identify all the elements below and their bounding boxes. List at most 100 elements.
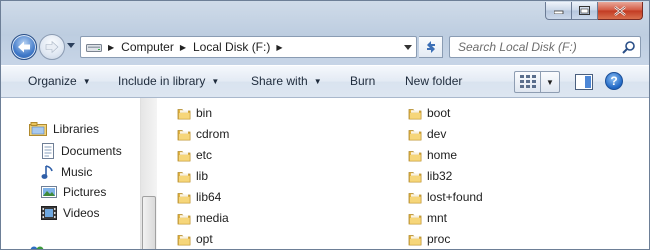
address-bar[interactable]: ▶ Computer ▶ Local Disk (F:) ▶ xyxy=(80,36,417,58)
folder-name: opt xyxy=(196,232,213,246)
nav-item-partial[interactable] xyxy=(29,244,51,249)
videos-icon xyxy=(41,206,57,220)
nav-item-label: Pictures xyxy=(63,185,107,199)
close-icon xyxy=(614,5,626,16)
folder-item[interactable]: proc xyxy=(408,232,450,246)
folder-item[interactable]: dev xyxy=(408,127,446,141)
folder-name: cdrom xyxy=(196,127,230,141)
file-list: bin cdrom etc lib lib64 media opt boot dev home l… xyxy=(157,98,649,249)
folder-name: home xyxy=(427,148,458,162)
chevron-down-icon[interactable]: ▼ xyxy=(546,78,554,87)
folder-name: media xyxy=(196,211,229,225)
folder-icon xyxy=(177,193,191,204)
burn-button[interactable]: Burn xyxy=(350,74,375,88)
search-icon[interactable] xyxy=(622,40,635,54)
nav-item-label: Music xyxy=(61,165,93,179)
folder-icon xyxy=(408,193,422,204)
nav-item-documents[interactable]: Documents xyxy=(41,143,122,159)
drive-icon xyxy=(86,44,102,52)
documents-icon xyxy=(42,143,54,159)
folder-item[interactable]: cdrom xyxy=(177,127,229,141)
organize-label: Organize xyxy=(28,74,77,88)
folder-item[interactable]: mnt xyxy=(408,211,447,225)
folder-icon xyxy=(408,151,422,162)
maximize-icon xyxy=(579,6,590,15)
folder-item[interactable]: opt xyxy=(177,232,213,246)
navigation-pane-scrollbar[interactable] xyxy=(140,98,157,249)
nav-item-videos[interactable]: Videos xyxy=(41,206,99,220)
search-input[interactable] xyxy=(456,39,622,55)
folder-icon xyxy=(177,235,191,246)
libraries-icon xyxy=(29,122,47,136)
recent-pages-dropdown-icon[interactable] xyxy=(67,43,76,49)
nav-item-pictures[interactable]: Pictures xyxy=(41,185,106,199)
folder-icon xyxy=(177,130,191,141)
navigation-row: ▶ Computer ▶ Local Disk (F:) ▶ xyxy=(1,29,649,65)
folder-item[interactable]: boot xyxy=(408,106,450,120)
folder-item[interactable]: lib64 xyxy=(177,190,221,204)
chevron-down-icon: ▼ xyxy=(82,76,91,86)
nav-item-music[interactable]: Music xyxy=(41,164,92,180)
nav-item-label: Documents xyxy=(61,144,122,158)
folder-name: dev xyxy=(427,127,447,141)
view-button-divider xyxy=(540,72,541,92)
folder-item[interactable]: lost+found xyxy=(408,190,483,204)
folder-item[interactable]: lib xyxy=(177,169,208,183)
view-grid-icon xyxy=(520,75,536,88)
folder-name: lib32 xyxy=(427,169,453,183)
folder-name: boot xyxy=(427,106,451,120)
folder-icon xyxy=(408,214,422,225)
back-button[interactable] xyxy=(11,34,37,60)
command-bar: Organize ▼ Include in library ▼ Share wi… xyxy=(1,65,649,98)
folder-item[interactable]: bin xyxy=(177,106,212,120)
folder-item[interactable]: home xyxy=(408,148,457,162)
scrollbar-thumb[interactable] xyxy=(142,196,156,249)
share-with-menu[interactable]: Share with ▼ xyxy=(251,74,322,88)
chevron-down-icon: ▼ xyxy=(313,76,322,86)
caption-buttons xyxy=(545,2,643,20)
folder-name: lost+found xyxy=(427,190,483,204)
refresh-icon xyxy=(426,41,435,53)
new-folder-button[interactable]: New folder xyxy=(405,74,462,88)
search-box[interactable] xyxy=(449,36,641,58)
minimize-button[interactable] xyxy=(545,2,572,20)
folder-icon xyxy=(408,172,422,183)
address-dropdown-icon[interactable] xyxy=(404,45,413,51)
breadcrumb-separator-icon[interactable]: ▶ xyxy=(108,43,114,52)
help-button[interactable]: ? xyxy=(605,72,623,90)
nav-item-label: Videos xyxy=(63,206,100,220)
explorer-window: ▶ Computer ▶ Local Disk (F:) ▶ Organize … xyxy=(0,0,650,250)
nav-item-libraries[interactable]: Libraries xyxy=(29,122,99,136)
homegroup-icon xyxy=(30,246,44,249)
minimize-icon xyxy=(553,10,563,14)
folder-icon xyxy=(177,172,191,183)
folder-name: bin xyxy=(196,106,213,120)
folder-item[interactable]: lib32 xyxy=(408,169,452,183)
share-with-label: Share with xyxy=(251,74,308,88)
nav-item-label: Libraries xyxy=(53,122,100,136)
change-view-button[interactable]: ▼ xyxy=(514,71,560,93)
navigation-pane: Libraries Documents Music Pictures Video… xyxy=(1,98,157,249)
folder-icon xyxy=(408,130,422,141)
include-in-library-menu[interactable]: Include in library ▼ xyxy=(118,74,219,88)
folder-item[interactable]: media xyxy=(177,211,229,225)
include-in-library-label: Include in library xyxy=(118,74,206,88)
refresh-button[interactable] xyxy=(419,36,443,58)
breadcrumb-separator-icon[interactable]: ▶ xyxy=(276,43,282,52)
maximize-button[interactable] xyxy=(572,2,598,20)
pictures-icon xyxy=(41,186,57,198)
breadcrumb-separator-icon[interactable]: ▶ xyxy=(180,43,186,52)
forward-arrow-icon xyxy=(45,40,59,54)
help-icon: ? xyxy=(610,74,618,88)
preview-pane-icon[interactable] xyxy=(575,74,593,90)
forward-button[interactable] xyxy=(39,34,65,60)
folder-item[interactable]: etc xyxy=(177,148,212,162)
organize-menu[interactable]: Organize ▼ xyxy=(28,74,91,88)
breadcrumb-computer[interactable]: Computer xyxy=(121,40,174,54)
burn-label: Burn xyxy=(350,74,376,88)
close-button[interactable] xyxy=(598,2,643,20)
new-folder-label: New folder xyxy=(405,74,463,88)
folder-icon xyxy=(177,214,191,225)
folder-icon xyxy=(408,109,422,120)
breadcrumb-local-disk[interactable]: Local Disk (F:) xyxy=(193,40,270,54)
